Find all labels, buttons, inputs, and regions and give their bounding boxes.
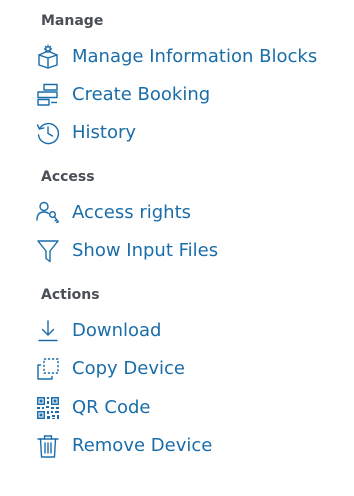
copy-icon — [34, 355, 62, 383]
menu-item-manage-information-blocks[interactable]: Manage Information Blocks — [34, 42, 334, 72]
qr-code-icon — [34, 394, 62, 422]
menu-item-label: Access rights — [72, 202, 192, 223]
gear-box-icon — [34, 43, 62, 71]
menu-item-download[interactable]: Download — [34, 316, 334, 346]
menu-item-history[interactable]: History — [34, 118, 334, 148]
menu-item-label: Remove Device — [72, 435, 213, 456]
section-title-manage: Manage — [41, 13, 104, 29]
menu-item-create-booking[interactable]: Create Booking — [34, 80, 334, 110]
menu-item-show-input-files[interactable]: Show Input Files — [34, 236, 334, 266]
menu-item-label: Download — [72, 320, 162, 341]
menu-item-label: History — [72, 122, 137, 143]
trash-icon — [34, 432, 62, 460]
filter-icon — [34, 237, 62, 265]
menu-item-label: Create Booking — [72, 84, 211, 105]
menu-item-remove-device[interactable]: Remove Device — [34, 431, 334, 461]
menu-item-label: QR Code — [72, 397, 151, 418]
menu-item-qr-code[interactable]: QR Code — [34, 393, 334, 423]
menu-item-label: Copy Device — [72, 358, 185, 379]
menu-item-label: Show Input Files — [72, 240, 219, 261]
menu-item-copy-device[interactable]: Copy Device — [34, 354, 334, 384]
download-icon — [34, 317, 62, 345]
menu-item-label: Manage Information Blocks — [72, 46, 318, 67]
section-title-access: Access — [41, 169, 95, 185]
booking-icon — [34, 81, 62, 109]
menu-item-access-rights[interactable]: Access rights — [34, 198, 334, 228]
section-title-actions: Actions — [41, 287, 100, 303]
user-key-icon — [34, 199, 62, 227]
history-icon — [34, 119, 62, 147]
